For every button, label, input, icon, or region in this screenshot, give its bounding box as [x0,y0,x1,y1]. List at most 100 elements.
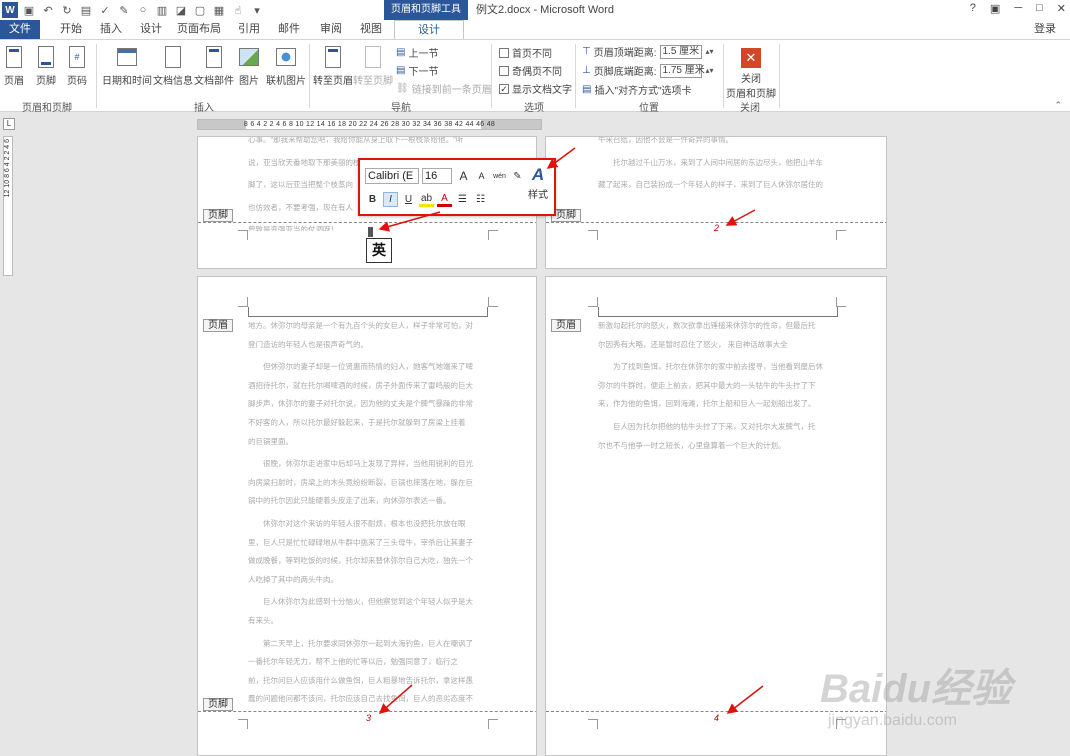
draw-table-icon[interactable]: ✎ [116,2,132,18]
ruler-ticks: 8 6 4 2 2 4 6 8 10 12 14 16 18 20 22 24 … [243,121,496,128]
header-distance-input[interactable]: 1.5 厘米 [659,44,702,59]
picture-button[interactable]: 图片 [238,44,260,87]
print-icon[interactable]: ▦ [211,2,227,18]
phonetic-guide-button[interactable]: wén [492,169,507,184]
group-separator [309,44,310,108]
paragraph-line: 托尔越过千山万水，来到了人间中间居的东边尽头，他把山羊车 [613,157,823,167]
circle-icon[interactable]: ○ [135,2,151,18]
tab-design-doc[interactable]: 设计 [132,20,170,39]
horizontal-ruler[interactable]: 8 6 4 2 2 4 6 8 10 12 14 16 18 20 22 24 … [197,119,542,130]
paragraph-line: 的巨锅里面。 [248,436,293,446]
picture-icon [239,48,259,66]
checkbox-unchecked[interactable] [499,65,509,76]
spinner-icon[interactable]: ▴▾ [706,66,714,75]
vertical-ruler[interactable]: 12 10 8 6 4 2 2 4 6 [3,136,13,276]
tab-review[interactable]: 审阅 [312,20,350,39]
numbering-icon[interactable]: ☷ [473,192,488,207]
checkbox-checked-icon[interactable]: ✓ [499,83,509,94]
page-3[interactable]: 页眉 地方。休弥尔的母亲是一个有九百个头的女巨人，样子非常可怕，对 登门造访的年… [197,276,537,756]
font-size-box[interactable]: 16 [422,168,452,184]
close-window-button[interactable]: ✕ [1057,2,1066,15]
footer-boundary [198,222,536,223]
format-icon[interactable]: ◪ [173,2,189,18]
crop-mark [588,297,598,307]
new-doc-icon[interactable]: ▢ [192,2,208,18]
highlight-color-button[interactable]: ab [419,192,434,207]
bold-button[interactable]: B [365,192,380,207]
ime-indicator[interactable]: 英 [366,238,392,263]
insert-alignment-tab-label: 插入"对齐方式"选项卡 [594,86,692,97]
tab-hf-design[interactable]: 设计 [394,20,464,39]
page-number-button[interactable]: # 页码 [66,44,88,87]
next-section-label: 下一节 [408,67,439,78]
checkbox-unchecked[interactable] [499,47,509,58]
tab-view[interactable]: 视图 [352,20,390,39]
tab-page-layout[interactable]: 页面布局 [172,20,226,39]
page-4[interactable]: 页眉 新激勾起托尔的怒火，数次欲拿出锤槌来休弥尔的性命，但最后托 尔因秀有大略，… [545,276,887,756]
styles-button[interactable]: A 样式 [522,164,554,201]
close-header-footer-button[interactable]: ✕ 关闭 页眉和页脚 [726,48,776,100]
insert-alignment-tab-button[interactable]: ▤ 插入"对齐方式"选项卡 [582,82,692,97]
header-distance-label: 页眉顶端距离: [593,48,657,59]
image-icon[interactable]: ▥ [154,2,170,18]
date-time-button[interactable]: 日期和时间 [102,44,152,87]
undo-icon[interactable]: ↶ [40,2,56,18]
doc-info-button[interactable]: 文档信息 [153,44,193,87]
different-first-page-checkbox[interactable]: 首页不同 [499,45,552,60]
link-to-previous-button[interactable]: ⛓ 链接到前一条页眉 [396,81,492,96]
font-color-button[interactable]: A [437,192,452,207]
paragraph-line: 登门造访的年轻人也是很声奇气的。 [248,339,368,349]
tab-references[interactable]: 引用 [230,20,268,39]
ribbon-display-button[interactable]: ▣ [990,2,1000,15]
goto-footer-button[interactable]: 转至页脚 [353,44,393,87]
tab-mailings[interactable]: 邮件 [270,20,308,39]
doc-info-icon [165,46,181,68]
save-icon[interactable]: ▣ [21,2,37,18]
page-2[interactable]: 牛来召纸，因他不会是一件奇异的事情。 托尔越过千山万水，来到了人间中间居的东边尽… [545,136,887,269]
mini-toolbar: Calibri (E 16 A A wén ✎ B I U ab A ☰ ☷ A… [358,158,556,216]
header-button[interactable]: 页眉 [3,44,25,87]
goto-footer-label: 转至页脚 [353,76,393,87]
different-odd-even-checkbox[interactable]: 奇偶页不同 [499,63,562,78]
crop-mark [836,719,846,729]
spellcheck-icon[interactable]: ✓ [97,2,113,18]
header-icon [6,46,22,68]
previous-section-button[interactable]: ▤ 上一节 [396,45,438,60]
maximize-button[interactable]: □ [1036,2,1043,15]
paragraph-line: 锅中的托尔因此只能硬着头皮走了出来，向休弥尔表达一番。 [248,496,451,506]
tab-home[interactable]: 开始 [52,20,90,39]
styles-icon: A [531,165,545,184]
touch-mode-icon[interactable]: ☝ [230,2,246,18]
redo-icon[interactable]: ↻ [59,2,75,18]
window-controls: ? ▣ ─ □ ✕ [970,2,1066,15]
next-section-button[interactable]: ▤ 下一节 [396,63,438,78]
goto-header-button[interactable]: 转至页眉 [313,44,353,87]
tab-selector[interactable]: L [3,118,15,130]
footer-distance-input[interactable]: 1.75 厘米 [659,63,705,78]
underline-button[interactable]: U [401,192,416,207]
online-picture-button[interactable]: 联机图片 [266,44,306,87]
minimize-button[interactable]: ─ [1014,2,1022,15]
tab-file[interactable]: 文件 [0,20,40,39]
paragraph-line: 酒招待托尔，就在托尔喝啤酒的时候，房子外面传来了雷鸣般的巨大 [248,380,473,390]
help-button[interactable]: ? [970,2,976,15]
bullets-icon[interactable]: ☰ [455,192,470,207]
sign-in-link[interactable]: 登录 [1034,20,1056,39]
collapse-ribbon-icon[interactable]: ⌃ [1054,100,1062,111]
show-document-text-checkbox[interactable]: ✓ 显示文档文字 [499,81,572,96]
footer-button[interactable]: 页脚 [35,44,57,87]
italic-button[interactable]: I [383,192,398,207]
different-odd-even-label: 奇偶页不同 [512,67,562,78]
shrink-font-button[interactable]: A [474,169,489,184]
group-separator [575,44,576,108]
font-name-box[interactable]: Calibri (E [365,168,419,184]
header-button-label: 页眉 [4,76,24,87]
quick-parts-button[interactable]: 文档部件 [194,44,234,87]
open-icon[interactable]: ▤ [78,2,94,18]
spinner-icon[interactable]: ▴▾ [706,47,714,56]
alignment-tab-icon: ▤ [582,84,592,95]
tab-insert[interactable]: 插入 [92,20,130,39]
customize-qat-icon[interactable]: ▾ [249,2,265,18]
grow-font-button[interactable]: A [456,169,471,184]
arrow-up-icon: ▤ [396,47,406,58]
